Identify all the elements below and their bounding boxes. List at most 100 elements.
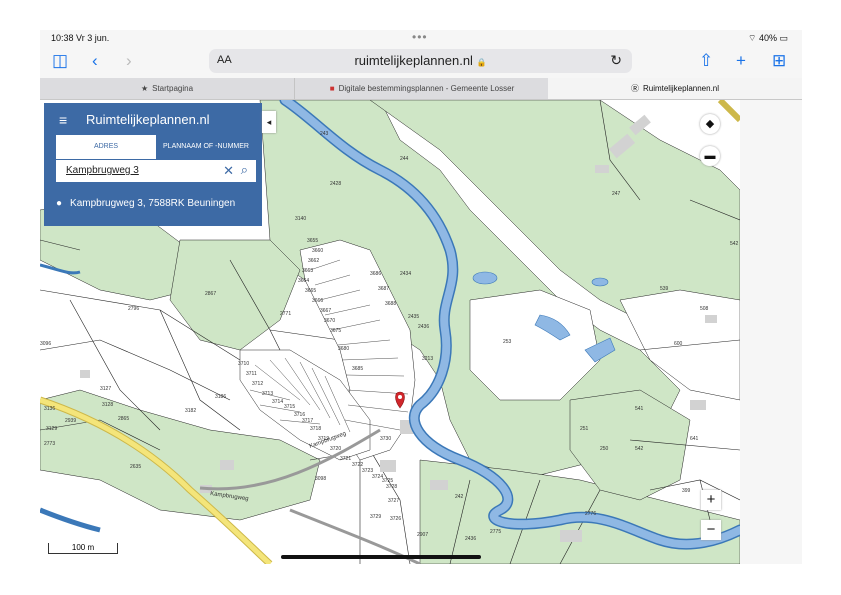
zoom-in-button[interactable]: + bbox=[701, 490, 721, 510]
measure-icon[interactable]: ▬ bbox=[700, 146, 720, 166]
parcel-number: 3710 bbox=[238, 361, 249, 367]
tab-overview-icon[interactable]: ⊞ bbox=[772, 51, 786, 71]
parcel-number: 2865 bbox=[118, 416, 129, 422]
star-icon: ★ bbox=[140, 84, 149, 93]
status-bar: 10:38 Vr 3 jun. ••• ⌔ 40% ▭ bbox=[40, 30, 802, 46]
parcel-number: 3715 bbox=[284, 404, 295, 410]
parcel-number: 243 bbox=[320, 131, 329, 137]
location-pin-icon: ● bbox=[56, 198, 63, 209]
parcel-number: 3687 bbox=[378, 286, 389, 292]
parcel-number: 3140 bbox=[295, 216, 306, 222]
clear-icon[interactable]: ✕ bbox=[223, 163, 234, 179]
back-icon[interactable]: ‹ bbox=[92, 51, 98, 71]
parcel-number: 3711 bbox=[246, 371, 257, 377]
parcel-number: 3182 bbox=[185, 408, 196, 414]
parcel-number: 3675 bbox=[330, 328, 341, 334]
parcel-number: 3685 bbox=[352, 366, 363, 372]
url-text: ruimtelijkeplannen.nl bbox=[354, 53, 473, 68]
collapse-panel-icon[interactable]: ◂ bbox=[262, 111, 276, 133]
tab-plannaam[interactable]: PLANNAAM OF -NUMMER bbox=[156, 135, 256, 159]
tab-adres[interactable]: ADRES bbox=[56, 135, 156, 159]
battery-indicator: ⌔ 40% ▭ bbox=[747, 33, 788, 43]
parcel-number: 2867 bbox=[205, 291, 216, 297]
parcel-number: 242 bbox=[455, 494, 464, 500]
parcel-number: 3729 bbox=[370, 514, 381, 520]
parcel-number: 3720 bbox=[330, 446, 341, 452]
parcel-number: 3686 bbox=[370, 271, 381, 277]
parcel-number: 3714 bbox=[272, 399, 283, 405]
parcel-number: 2796 bbox=[128, 306, 139, 312]
parcel-number: 3664 bbox=[298, 278, 309, 284]
parcel-number: 508 bbox=[700, 306, 709, 312]
search-icon[interactable]: ⌕ bbox=[241, 162, 248, 178]
parcel-number: 3127 bbox=[100, 386, 111, 392]
lock-icon: 🔒 bbox=[476, 58, 487, 67]
parcel-number: 2428 bbox=[330, 181, 341, 187]
new-tab-icon[interactable]: + bbox=[736, 51, 746, 71]
parcel-number: 2436 bbox=[418, 324, 429, 330]
parcel-number: 3186 bbox=[215, 394, 226, 400]
home-indicator[interactable] bbox=[281, 555, 481, 559]
parcel-number: 3665 bbox=[305, 288, 316, 294]
parcel-number: 3712 bbox=[252, 381, 263, 387]
parcel-number: 3663 bbox=[302, 268, 313, 274]
search-result[interactable]: ● Kampbrugweg 3, 7588RK Beuningen bbox=[56, 198, 235, 209]
reload-icon[interactable]: ↻ bbox=[610, 52, 622, 69]
forward-icon[interactable]: › bbox=[126, 51, 132, 71]
parcel-number: 3128 bbox=[102, 402, 113, 408]
tab-ruimtelijkeplannen[interactable]: Ⓡ Ruimtelijkeplannen.nl bbox=[548, 78, 802, 99]
wifi-icon: ⌔ bbox=[747, 33, 759, 43]
parcel-number: 3655 bbox=[307, 238, 318, 244]
parcel-number: 3136 bbox=[44, 406, 55, 412]
parcel-number: 3727 bbox=[388, 498, 399, 504]
parcel-number: 600 bbox=[674, 341, 683, 347]
zoom-out-button[interactable]: − bbox=[701, 520, 721, 540]
parcel-number: 247 bbox=[612, 191, 621, 197]
parcel-number: 250 bbox=[600, 446, 609, 452]
parcel-number: 3660 bbox=[312, 248, 323, 254]
parcel-number: 641 bbox=[690, 436, 699, 442]
browser-toolbar: ◫ ‹ › AA ruimtelijkeplannen.nl 🔒 ↻ ⇧ + ⊞ bbox=[40, 46, 802, 78]
gemeente-favicon-icon: ■ bbox=[329, 84, 335, 93]
parcel-number: 2939 bbox=[65, 418, 76, 424]
parcel-number: 3730 bbox=[380, 436, 391, 442]
status-time: 10:38 Vr 3 jun. bbox=[51, 33, 110, 43]
panel-title: Ruimtelijkeplannen.nl bbox=[86, 112, 210, 127]
parcel-number: 3666 bbox=[312, 298, 323, 304]
pond-4 bbox=[591, 277, 609, 287]
parcel-number: 3688 bbox=[385, 301, 396, 307]
parcel-number: 3713 bbox=[262, 391, 273, 397]
parcel-number: 3718 bbox=[310, 426, 321, 432]
layers-icon[interactable]: ◆ bbox=[700, 114, 720, 134]
rp-favicon-icon: Ⓡ bbox=[630, 84, 639, 93]
parcel-number: 3096 bbox=[40, 341, 51, 347]
address-bar[interactable]: AA ruimtelijkeplannen.nl 🔒 ↻ bbox=[209, 49, 632, 73]
parcel-number: 3667 bbox=[320, 308, 331, 314]
parcel-number: 3129 bbox=[46, 426, 57, 432]
search-value: Kampbrugweg 3 bbox=[66, 165, 139, 176]
address-search-input[interactable]: Kampbrugweg 3 ✕ ⌕ bbox=[56, 160, 256, 182]
parcel-number: 3098 bbox=[315, 476, 326, 482]
parcel-number: 2436 bbox=[465, 536, 476, 542]
map-view[interactable]: Kampbrugweg Kampbrugweg 243 244 2428 3140 24… bbox=[40, 100, 740, 564]
parcel-number: 3680 bbox=[338, 346, 349, 352]
parcel-number: 2434 bbox=[400, 271, 411, 277]
tab-startpagina[interactable]: ★ Startpagina bbox=[40, 78, 294, 99]
multitask-dots-icon[interactable]: ••• bbox=[412, 30, 428, 44]
hamburger-menu-icon[interactable]: ≡ bbox=[59, 112, 67, 128]
parcel-number: 3719 bbox=[318, 436, 329, 442]
tablet-screen: 10:38 Vr 3 jun. ••• ⌔ 40% ▭ ◫ ‹ › AA rui… bbox=[40, 30, 802, 564]
parcel-number: 3728 bbox=[386, 484, 397, 490]
search-panel: ≡ Ruimtelijkeplannen.nl ◂ ADRES PLANNAAM… bbox=[44, 103, 276, 226]
parcel-number: 542 bbox=[635, 446, 644, 452]
parcel-number: 539 bbox=[660, 286, 669, 292]
tab-bar: ★ Startpagina ■ Digitale bestemmingsplanne… bbox=[40, 78, 802, 100]
parcel-number: 2775 bbox=[490, 529, 501, 535]
parcel-number: 3717 bbox=[302, 418, 313, 424]
scale-bar: 100 m bbox=[48, 543, 118, 554]
tab-losser[interactable]: ■ Digitale bestemmingsplannen - Gemeente … bbox=[294, 78, 549, 99]
sidebar-toggle-icon[interactable]: ◫ bbox=[52, 51, 68, 71]
parcel-number: 3726 bbox=[390, 516, 401, 522]
share-icon[interactable]: ⇧ bbox=[699, 51, 713, 71]
parcel-number: 3670 bbox=[324, 318, 335, 324]
